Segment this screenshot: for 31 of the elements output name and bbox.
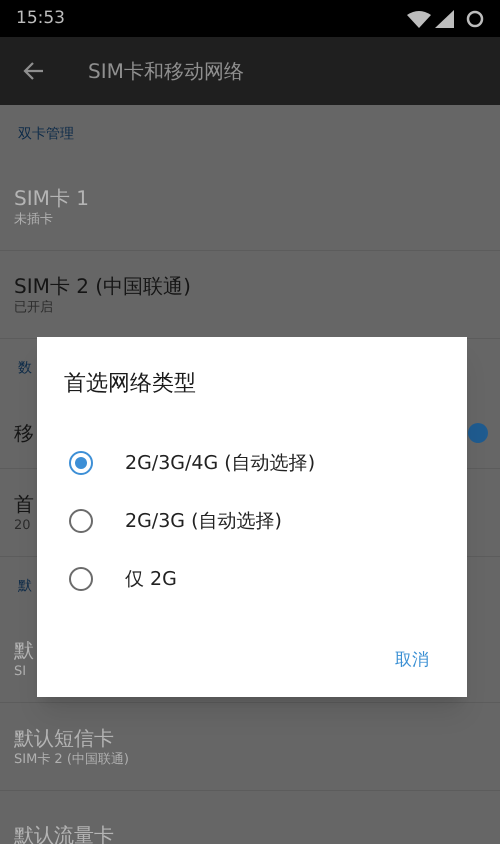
status-time: 15:53 bbox=[16, 6, 65, 30]
toolbar-title: SIM卡和移动网络 bbox=[88, 58, 244, 85]
section-header: 默 bbox=[18, 576, 32, 596]
wifi-icon bbox=[407, 10, 431, 28]
row-title: 首 bbox=[14, 490, 34, 516]
row-subtitle: SI bbox=[14, 662, 26, 680]
radio-button[interactable] bbox=[69, 567, 93, 591]
dialog-title: 首选网络类型 bbox=[64, 370, 197, 398]
radio-option[interactable]: 2G/3G/4G (自动选择) bbox=[37, 434, 467, 492]
cancel-button[interactable]: 取消 bbox=[387, 644, 437, 677]
row-subtitle: 20 bbox=[14, 516, 31, 534]
ring-icon bbox=[466, 10, 484, 28]
option-label: 2G/3G (自动选择) bbox=[125, 508, 282, 534]
radio-button[interactable] bbox=[69, 509, 93, 533]
radio-option[interactable]: 仅 2G bbox=[37, 550, 467, 608]
radio-option[interactable]: 2G/3G (自动选择) bbox=[37, 492, 467, 550]
signal-icon bbox=[435, 10, 454, 28]
option-label: 仅 2G bbox=[125, 566, 177, 592]
section-header: 双卡管理 bbox=[18, 124, 74, 144]
row-title: SIM卡 2 (中国联通) bbox=[14, 272, 191, 298]
radio-button[interactable] bbox=[69, 451, 93, 475]
row-title: 移 bbox=[14, 420, 34, 446]
row-title: 默 bbox=[14, 636, 34, 662]
switch-thumb[interactable] bbox=[468, 422, 488, 442]
row-subtitle: 未插卡 bbox=[14, 210, 53, 228]
row-subtitle: 已开启 bbox=[14, 298, 53, 316]
option-label: 2G/3G/4G (自动选择) bbox=[125, 450, 316, 476]
row-subtitle: SIM卡 2 (中国联通) bbox=[14, 750, 129, 768]
row-title: 默认短信卡 bbox=[14, 724, 114, 750]
section-header: 数 bbox=[18, 358, 32, 378]
row-title: SIM卡 1 bbox=[14, 184, 89, 210]
